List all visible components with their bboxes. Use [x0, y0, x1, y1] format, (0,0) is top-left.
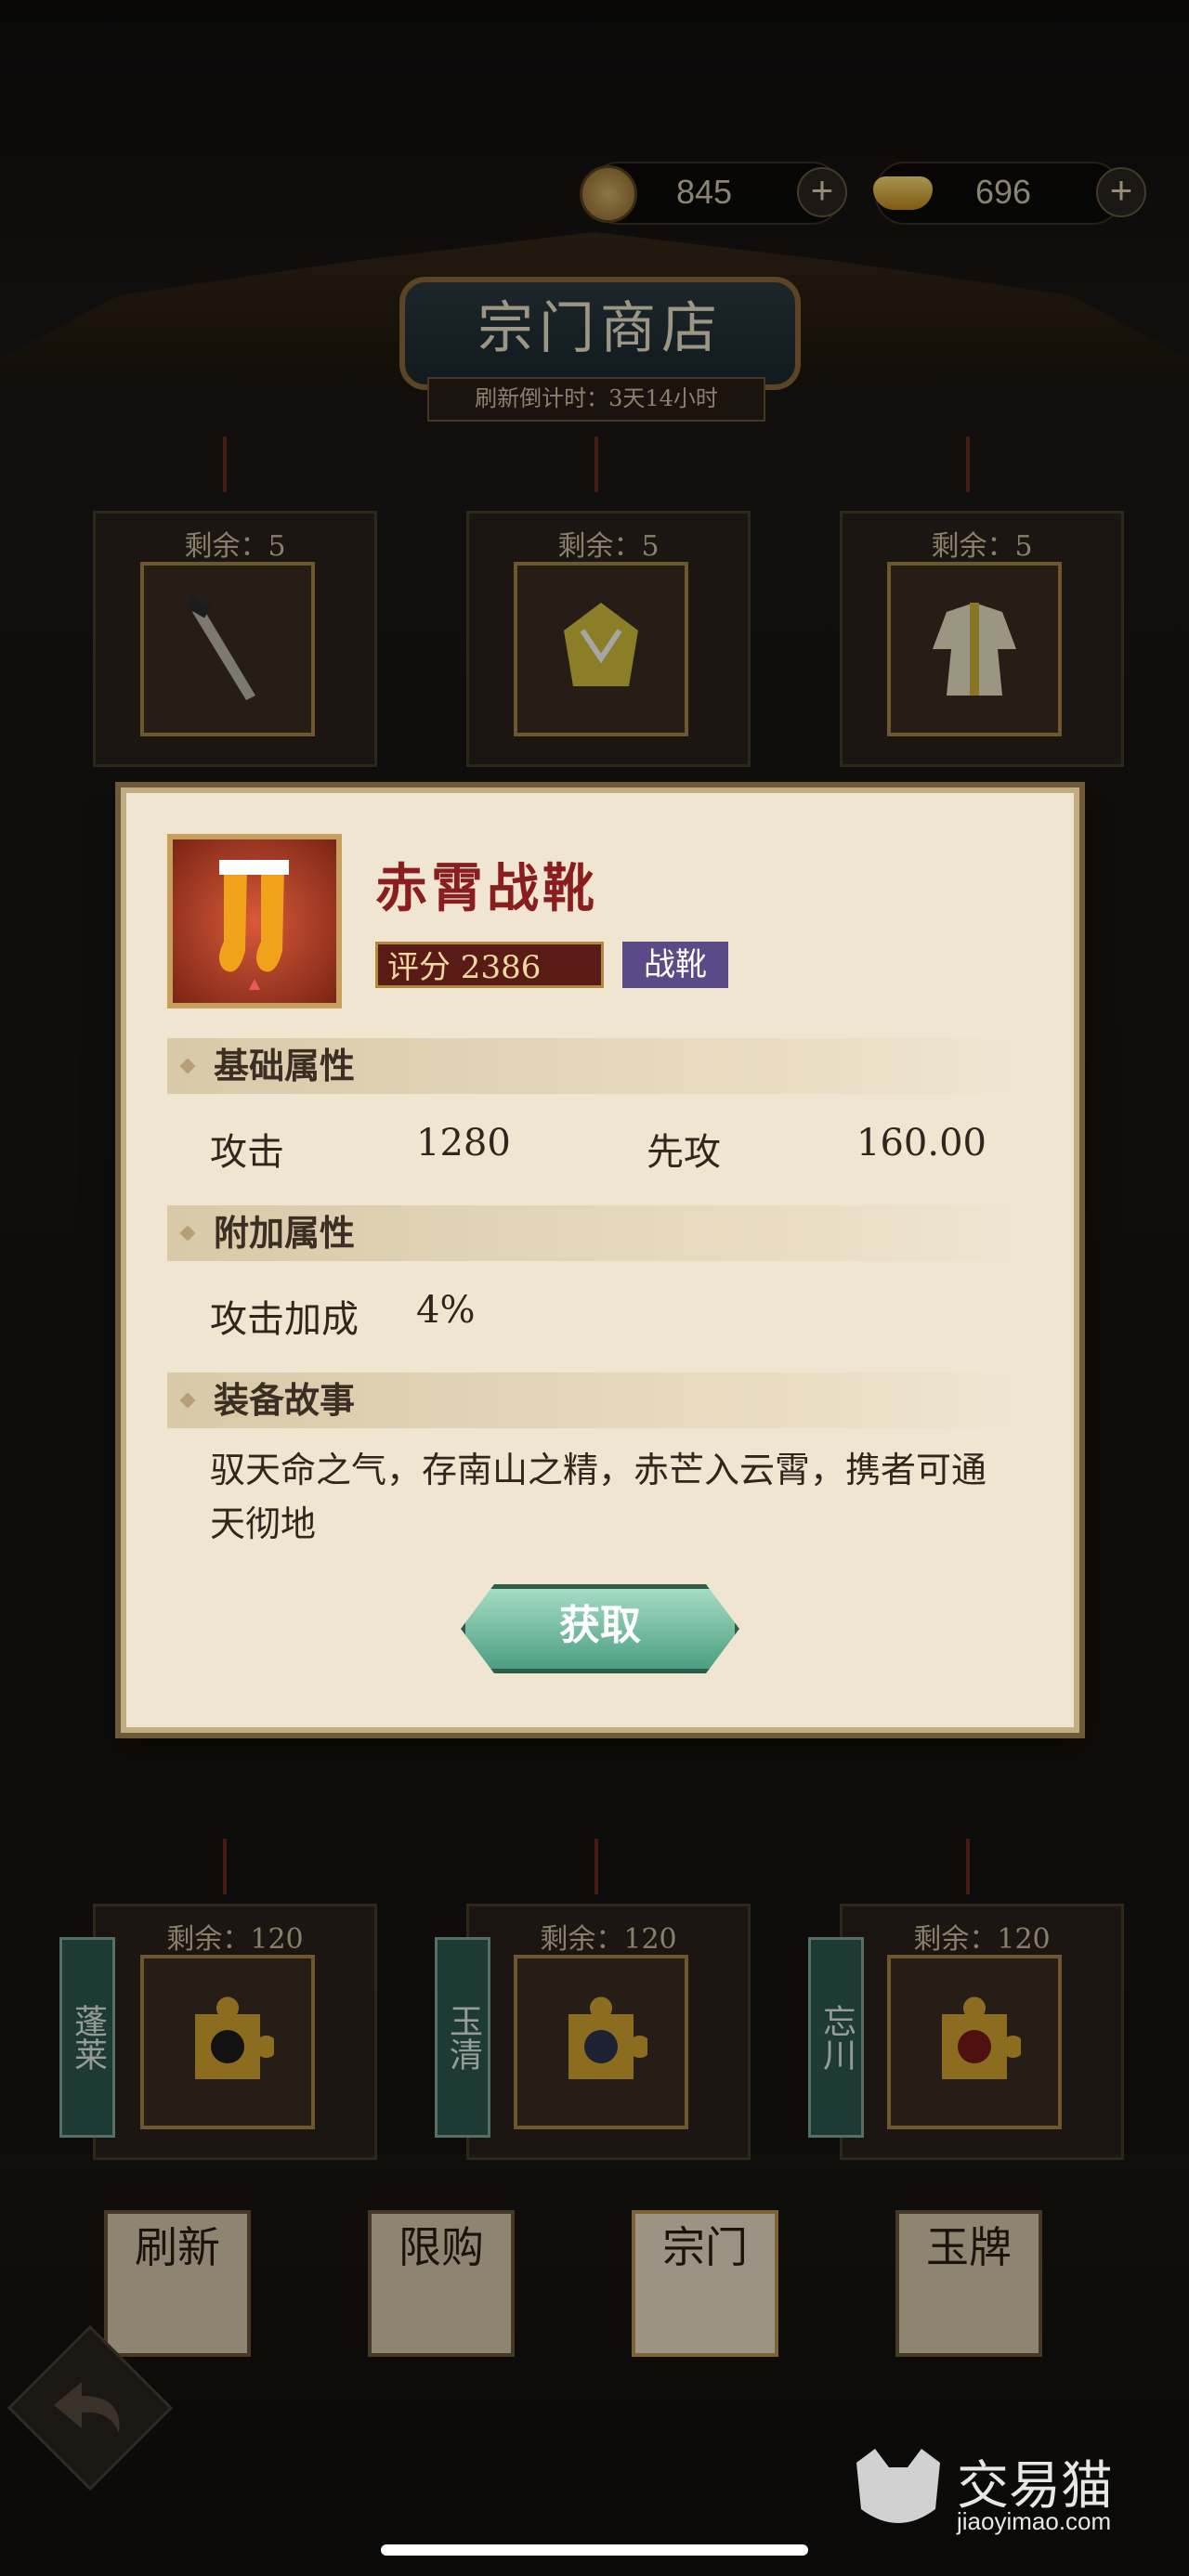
stat-label: 攻击加成: [210, 1298, 359, 1341]
watermark-url: jiaoyimao.com: [957, 2507, 1112, 2535]
extra-attributes-header: 附加属性: [167, 1205, 1022, 1261]
stat-value: 1280: [416, 1122, 511, 1164]
diamond-bullet-icon: [179, 1392, 196, 1409]
equipment-story-text: 驭天命之气，存南山之精，赤芒入云霄，携者可通天彻地: [210, 1450, 987, 1544]
stat-label: 攻击: [210, 1131, 284, 1174]
stat-value: 160.00: [856, 1122, 986, 1164]
item-score: 评分 2386: [375, 942, 604, 988]
obtain-button[interactable]: 获取: [461, 1584, 739, 1673]
diamond-bullet-icon: [179, 1058, 196, 1074]
equipment-story-header: 装备故事: [167, 1373, 1022, 1428]
item-name: 赤霄战靴: [375, 858, 598, 919]
item-detail-dialog: 赤霄战靴 评分 2386 战靴 基础属性 攻击 1280 先攻 160.00 附…: [121, 787, 1079, 1733]
stat-label: 先攻: [647, 1131, 721, 1174]
item-type-tag: 战靴: [622, 942, 728, 988]
stat-value: 4%: [416, 1289, 476, 1332]
home-indicator[interactable]: [381, 2544, 808, 2556]
boots-icon: [167, 834, 342, 1008]
cat-logo-icon: [856, 2449, 940, 2523]
base-attributes-header: 基础属性: [167, 1038, 1022, 1094]
diamond-bullet-icon: [179, 1225, 196, 1242]
